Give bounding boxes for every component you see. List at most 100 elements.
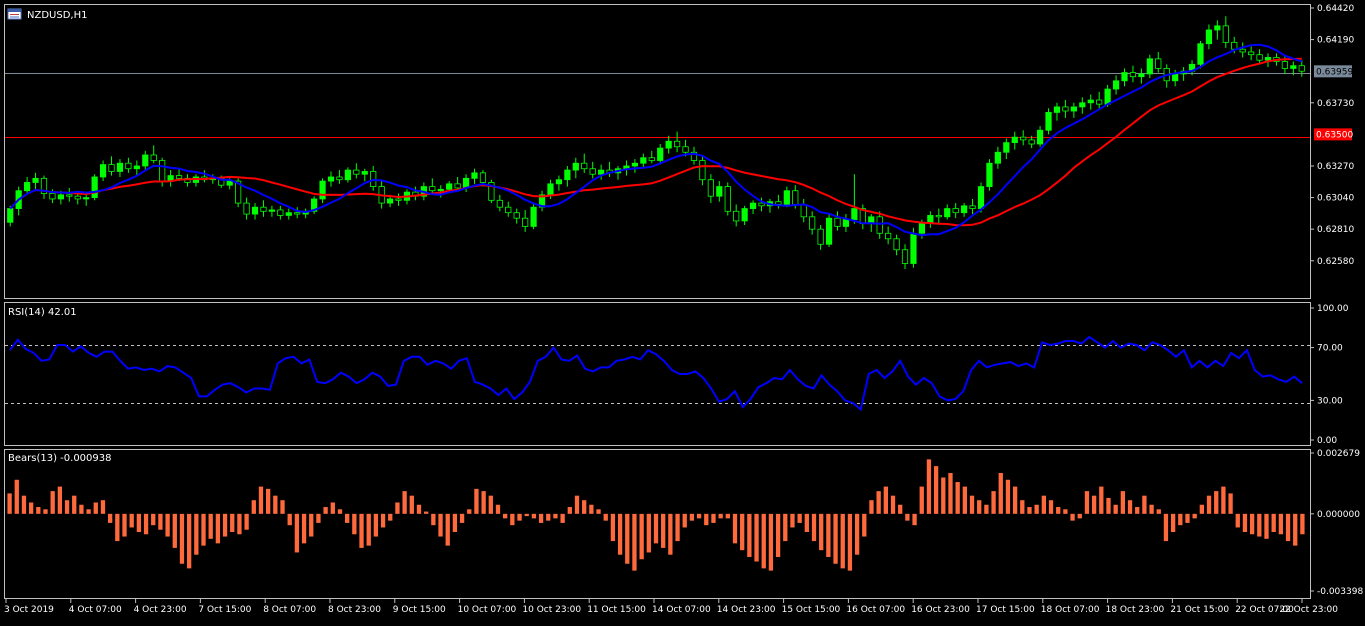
- candle-body: [589, 168, 596, 175]
- trading-chart[interactable]: NZDUSD,H1 0.644200.641900.637300.632700.…: [0, 0, 1365, 622]
- candle-body: [741, 208, 748, 222]
- candle-body: [564, 169, 571, 181]
- candle-body: [547, 183, 554, 196]
- time-axis: 3 Oct 2019 4 Oct 07:00 4 Oct 23:00 7 Oct 15…: [4, 599, 1338, 615]
- candle-body: [1248, 51, 1255, 56]
- candle-body: [842, 219, 850, 227]
- time-tick-label: 10 Oct 07:00: [458, 605, 517, 615]
- candle-body: [1121, 72, 1128, 82]
- time-tick-label: 7 Oct 15:00: [198, 605, 251, 615]
- candle-body: [353, 169, 360, 175]
- candle-body: [66, 194, 73, 197]
- candle-body: [1079, 102, 1086, 108]
- candle-body: [1070, 106, 1077, 112]
- rsi-axis: 100.00 70.00 30.00 0.00: [1310, 304, 1349, 446]
- symbol-label: NZDUSD,H1: [27, 10, 87, 21]
- price-tick-label: 0.62810: [1317, 225, 1354, 235]
- candle-body: [24, 182, 31, 192]
- bears-axis: 0.002679 0.000000 -0.003398: [1310, 449, 1363, 597]
- candle-body: [277, 209, 284, 216]
- candle-body: [1129, 72, 1137, 78]
- candle-body: [1138, 73, 1145, 78]
- price-tick-label: 0.63270: [1317, 162, 1354, 172]
- candle-body: [32, 177, 39, 183]
- candle-body: [513, 212, 520, 219]
- candle-body: [598, 169, 605, 175]
- candle-body: [319, 180, 326, 200]
- candle-body: [961, 205, 968, 214]
- time-tick-label: 3 Oct 2019: [4, 605, 54, 615]
- time-tick-label: 16 Oct 23:00: [911, 605, 970, 615]
- candle-body: [150, 154, 157, 161]
- candle-body: [530, 206, 537, 227]
- candle-body: [446, 183, 453, 190]
- candle-body: [159, 160, 166, 182]
- bears-bars-group: [7, 459, 1305, 571]
- candle-body: [699, 160, 706, 181]
- time-tick-label: 8 Oct 23:00: [328, 605, 381, 615]
- candle-body: [1028, 139, 1035, 145]
- time-tick-label: 10 Oct 23:00: [522, 605, 581, 615]
- candle-body: [479, 172, 487, 183]
- candle-body: [885, 232, 892, 240]
- candle-body: [1231, 41, 1238, 50]
- candle-body: [386, 198, 394, 204]
- candle-body: [133, 165, 140, 170]
- rsi-tick-label: 100.00: [1317, 304, 1349, 314]
- candle-body: [226, 180, 233, 186]
- candle-body: [994, 151, 1001, 164]
- candle-body: [1197, 43, 1204, 65]
- candle-body: [1096, 99, 1103, 105]
- candle-body: [1003, 142, 1010, 153]
- rsi-line: [9, 335, 1303, 412]
- candle-body: [175, 175, 183, 179]
- time-tick-label: 8 Oct 07:00: [263, 605, 316, 615]
- time-tick-label: 9 Oct 15:00: [393, 605, 446, 615]
- candle-body: [893, 238, 900, 251]
- candle-body: [775, 201, 782, 205]
- candle-body: [555, 179, 563, 185]
- candle-body: [99, 164, 107, 178]
- candle-body: [825, 217, 833, 245]
- candle-body: [1239, 48, 1246, 53]
- candle-body: [1087, 99, 1094, 104]
- candle-body: [977, 186, 985, 209]
- candle-body: [1214, 25, 1221, 31]
- candle-body: [1104, 88, 1111, 105]
- candle-body: [800, 204, 807, 218]
- red-level-badge-label: 0.63500: [1316, 130, 1353, 140]
- candle-body: [251, 206, 259, 215]
- candle-body: [809, 216, 816, 230]
- candle-body: [952, 208, 959, 214]
- candle-body: [260, 206, 267, 212]
- price-panel[interactable]: NZDUSD,H1: [5, 8, 1310, 270]
- rsi-tick-label: 0.00: [1317, 436, 1337, 446]
- candle-body: [1155, 58, 1162, 69]
- candle-body: [876, 216, 883, 234]
- candle-body: [1036, 129, 1044, 145]
- candle-body: [1222, 25, 1229, 43]
- bears-tick-label: 0.002679: [1317, 449, 1360, 459]
- time-tick-label: 11 Oct 15:00: [587, 605, 646, 615]
- bears-tick-label: -0.003398: [1317, 587, 1363, 597]
- time-tick-label: 14 Oct 23:00: [717, 605, 776, 615]
- time-tick-label: 4 Oct 07:00: [69, 605, 122, 615]
- candle-body: [631, 162, 638, 167]
- rsi-panel[interactable]: RSI(14) 42.01: [5, 307, 1310, 412]
- candle-body: [505, 206, 512, 214]
- candle-body: [91, 176, 98, 198]
- candle-body: [125, 162, 132, 170]
- time-tick-label: 21 Oct 15:00: [1170, 605, 1229, 615]
- candle-body: [1281, 61, 1288, 69]
- candle-body: [285, 212, 292, 216]
- candle-body: [1205, 29, 1213, 45]
- time-tick-label: 22 Oct 23:00: [1279, 605, 1338, 615]
- candle-body: [57, 194, 64, 200]
- candle-body: [657, 147, 664, 161]
- candle-body: [74, 195, 81, 200]
- candle-body: [749, 202, 757, 209]
- candle-body: [1020, 136, 1027, 141]
- bears-power-panel[interactable]: Bears(13) -0.000938: [7, 453, 1305, 571]
- candle-body: [1298, 65, 1305, 72]
- price-tick-label: 0.62580: [1317, 257, 1354, 267]
